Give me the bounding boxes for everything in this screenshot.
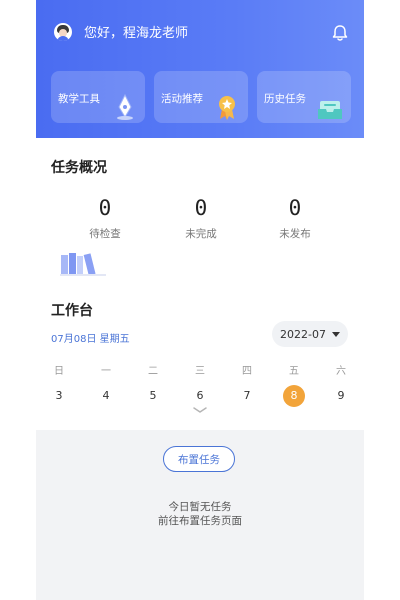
- empty-text: 今日暂无任务: [168, 501, 232, 513]
- overview-title: 任务概况: [51, 160, 107, 176]
- activity-recommend-card[interactable]: 活动推荐: [154, 71, 248, 123]
- pen-nib-icon: [117, 93, 133, 120]
- books-icon: [60, 253, 106, 276]
- day-number: 9: [337, 389, 345, 402]
- avatar[interactable]: [54, 22, 72, 41]
- stat-value: 0: [288, 196, 302, 220]
- day-number: 4: [102, 389, 110, 402]
- calendar-day[interactable]: 一 4: [93, 362, 119, 407]
- card-label: 活动推荐: [161, 93, 203, 105]
- stat-value: 0: [194, 196, 208, 220]
- stat-pending-check[interactable]: 0 待检查: [65, 196, 145, 241]
- history-tasks-card[interactable]: 历史任务: [257, 71, 351, 123]
- day-number: 3: [55, 389, 63, 402]
- weekday-label: 四: [242, 366, 252, 377]
- header-banner: 您好，程海龙老师 教学工具 活动推荐 历史任务: [36, 0, 364, 138]
- weekday-label: 二: [148, 366, 158, 377]
- stat-label: 未发布: [279, 228, 311, 240]
- day-number: 5: [149, 389, 157, 402]
- card-label: 历史任务: [264, 93, 306, 105]
- calendar-day-selected[interactable]: 五 8: [281, 362, 307, 407]
- weekday-label: 日: [54, 366, 64, 377]
- assign-task-button[interactable]: 布置任务: [163, 446, 235, 472]
- stat-label: 待检查: [89, 228, 121, 240]
- weekday-label: 三: [195, 366, 205, 377]
- teaching-tools-card[interactable]: 教学工具: [51, 71, 145, 123]
- calendar-day[interactable]: 六 9: [328, 362, 354, 407]
- expand-chevron-icon[interactable]: [192, 405, 208, 415]
- calendar-day[interactable]: 二 5: [140, 362, 166, 407]
- calendar-day[interactable]: 四 7: [234, 362, 260, 407]
- quick-cards: 教学工具 活动推荐 历史任务: [51, 71, 351, 123]
- workbench-title: 工作台: [51, 303, 93, 319]
- month-selector[interactable]: 2022-07: [272, 321, 348, 347]
- stat-incomplete[interactable]: 0 未完成: [161, 196, 241, 241]
- stat-value: 0: [98, 196, 112, 220]
- weekday-label: 五: [289, 366, 299, 377]
- month-value: 2022-07: [280, 327, 326, 341]
- app-screen: 您好，程海龙老师 教学工具 活动推荐 历史任务 任务概况 0 待检查 0 未完成…: [36, 0, 364, 600]
- weekday-label: 六: [336, 366, 346, 377]
- stat-unpublished[interactable]: 0 未发布: [255, 196, 335, 241]
- greeting-row: 您好，程海龙老师: [54, 22, 188, 41]
- empty-link-text[interactable]: 前往布置任务页面: [36, 514, 364, 528]
- weekday-label: 一: [101, 366, 111, 377]
- day-number: 7: [243, 389, 251, 402]
- current-date: 07月08日 星期五: [51, 334, 130, 345]
- calendar-day[interactable]: 三 6: [187, 362, 213, 407]
- empty-state: 今日暂无任务 前往布置任务页面: [36, 500, 364, 528]
- chevron-down-icon: [331, 331, 340, 337]
- bell-icon[interactable]: [332, 24, 348, 42]
- card-label: 教学工具: [58, 93, 100, 105]
- stat-label: 未完成: [185, 228, 217, 240]
- medal-icon: [219, 96, 235, 120]
- overview-panel: 0 待检查 0 未完成 0 未发布: [51, 184, 351, 276]
- tray-icon: [318, 101, 342, 119]
- greeting-text: 您好，程海龙老师: [84, 26, 189, 41]
- calendar-day[interactable]: 日 3: [46, 362, 72, 407]
- day-number: 8: [283, 385, 305, 407]
- day-number: 6: [196, 389, 204, 402]
